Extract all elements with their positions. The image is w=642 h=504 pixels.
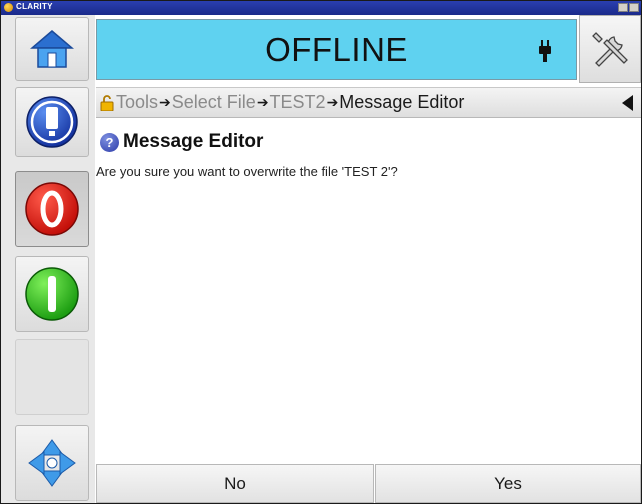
printer-info-icon — [26, 96, 78, 148]
home-icon — [30, 30, 74, 68]
breadcrumb: Tools ➔ Select File ➔ TEST2 ➔ Message Ed… — [96, 87, 641, 118]
green-start-icon — [25, 267, 79, 321]
empty-slot — [15, 339, 89, 415]
help-icon[interactable]: ? — [100, 133, 119, 152]
start-button[interactable] — [15, 256, 89, 332]
window-title-bar: CLARITY — [1, 1, 641, 15]
breadcrumb-separator: ➔ — [256, 94, 269, 110]
no-button[interactable]: No — [96, 464, 374, 503]
home-button[interactable] — [15, 17, 89, 81]
plug-icon — [539, 40, 551, 62]
breadcrumb-item-select-file[interactable]: Select File — [172, 92, 256, 113]
printer-status-text: OFFLINE — [265, 30, 408, 68]
navigate-button[interactable] — [15, 425, 89, 501]
maximize-button[interactable] — [629, 3, 639, 12]
dialog-content: ? Message Editor Are you sure you want t… — [96, 119, 641, 463]
app-title: CLARITY — [16, 2, 53, 11]
printer-status-bar[interactable]: OFFLINE — [96, 19, 577, 80]
dialog-title: Message Editor — [123, 131, 264, 152]
breadcrumb-separator: ➔ — [159, 94, 171, 110]
minimize-button[interactable] — [618, 3, 628, 12]
window-controls — [618, 3, 639, 12]
breadcrumb-separator: ➔ — [326, 94, 339, 110]
yes-button[interactable]: Yes — [375, 464, 641, 503]
breadcrumb-item-test2[interactable]: TEST2 — [270, 92, 326, 113]
lock-icon — [100, 94, 114, 111]
tools-button[interactable] — [579, 15, 641, 83]
app-window: CLARITY OFFLINE Tools ➔ Select File ➔ TE… — [0, 0, 642, 504]
app-logo-icon — [4, 3, 13, 12]
back-arrow-icon[interactable] — [622, 95, 633, 111]
red-stop-icon — [25, 182, 79, 236]
stop-button[interactable] — [15, 171, 89, 247]
dialog-message: Are you sure you want to overwrite the f… — [96, 164, 398, 179]
breadcrumb-item-message-editor: Message Editor — [339, 92, 465, 112]
tools-icon — [592, 32, 628, 67]
printer-info-button[interactable] — [15, 87, 89, 157]
breadcrumb-item-tools[interactable]: Tools — [116, 92, 158, 113]
four-way-arrow-icon — [28, 439, 76, 487]
